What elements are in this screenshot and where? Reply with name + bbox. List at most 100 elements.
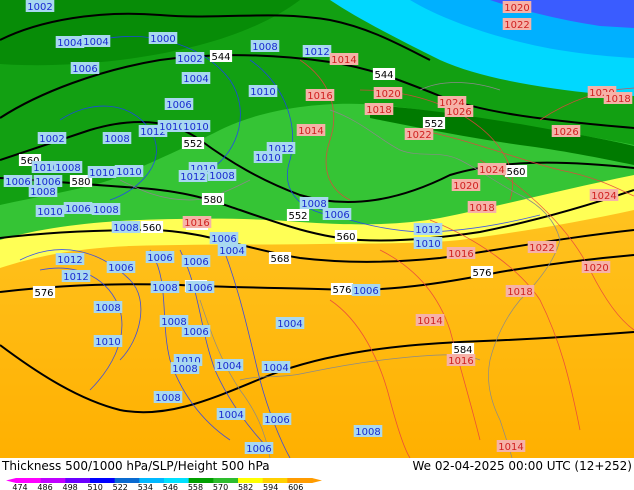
height-label: 580 (203, 195, 222, 206)
slp-label: 1008 (104, 134, 129, 145)
slp-label: 1014 (298, 126, 323, 137)
slp-label: 1006 (264, 415, 289, 426)
slp-label: 1004 (219, 246, 244, 257)
slp-label: 1008 (93, 205, 118, 216)
slp-label: 1012 (304, 47, 329, 58)
slp-label: 1008 (152, 283, 177, 294)
slp-label: 1008 (55, 163, 80, 174)
colorbar-label: 474 (12, 483, 27, 490)
slp-label: 1018 (605, 94, 630, 105)
map-title: Thickness 500/1000 hPa/SLP/Height 500 hP… (1, 459, 270, 473)
slp-label: 1004 (263, 363, 288, 374)
slp-label: 1026 (553, 127, 578, 138)
slp-label: 1000 (150, 34, 175, 45)
valid-datetime: We 02-04-2025 00:00 UTC (12+252) (412, 459, 632, 473)
slp-label: 1010 (415, 239, 440, 250)
slp-label: 1014 (417, 316, 442, 327)
slp-label: 1004 (57, 38, 82, 49)
height-label: 580 (71, 177, 90, 188)
slp-label: 1006 (72, 64, 97, 75)
slp-label: 1006 (166, 100, 191, 111)
slp-label: 1010 (159, 122, 184, 133)
colorbar-labels: 474 486 498 510 522 534 546 558 570 582 594 606 (12, 483, 303, 490)
slp-label: 1006 (147, 253, 172, 264)
slp-label: 1006 (353, 286, 378, 297)
height-label: 576 (472, 268, 491, 279)
height-label: 552 (183, 139, 202, 150)
slp-label: 1008 (30, 187, 55, 198)
slp-label: 1012 (415, 225, 440, 236)
colorbar-label: 558 (188, 483, 203, 490)
slp-label: 1004 (218, 410, 243, 421)
slp-label: 1008 (95, 303, 120, 314)
slp-label: 1026 (446, 107, 471, 118)
height-label: 568 (270, 254, 289, 265)
height-label: 576 (332, 285, 351, 296)
slp-label: 1012 (57, 255, 82, 266)
slp-label: 1004 (83, 37, 108, 48)
slp-label: 1010 (95, 337, 120, 348)
slp-label: 1006 (5, 177, 30, 188)
slp-label: 1010 (89, 168, 114, 179)
slp-label: 1024 (591, 191, 616, 202)
slp-label: 1008 (113, 223, 138, 234)
slp-label: 1006 (246, 444, 271, 455)
colorbar-label: 594 (263, 483, 278, 490)
slp-label: 1010 (250, 87, 275, 98)
slp-label: 1006 (65, 204, 90, 215)
slp-label: 1004 (277, 319, 302, 330)
slp-label: 1008 (355, 427, 380, 438)
slp-label: 1008 (252, 42, 277, 53)
slp-label: 1010 (183, 122, 208, 133)
slp-label: 1024 (479, 165, 504, 176)
colorbar-label: 486 (37, 483, 52, 490)
slp-label: 1008 (172, 364, 197, 375)
slp-label: 1012 (180, 172, 205, 183)
slp-label: 1006 (183, 327, 208, 338)
height-label: 560 (506, 167, 525, 178)
slp-label: 1006 (324, 210, 349, 221)
colorbar-arrow-right (312, 478, 322, 483)
slp-label: 1018 (469, 203, 494, 214)
height-label: 560 (336, 232, 355, 243)
slp-label: 1010 (116, 167, 141, 178)
slp-label: 1020 (583, 263, 608, 274)
slp-label: 1022 (504, 20, 529, 31)
slp-label: 1006 (108, 263, 133, 274)
colorbar-label: 498 (62, 483, 77, 490)
colorbar-label: 522 (113, 483, 128, 490)
slp-label: 1006 (187, 283, 212, 294)
height-label: 544 (211, 52, 230, 63)
colorbar-label: 582 (238, 483, 253, 490)
slp-label: 1010 (37, 207, 62, 218)
slp-label: 1014 (498, 442, 523, 453)
slp-label: 1014 (331, 55, 356, 66)
height-label: 560 (142, 223, 161, 234)
slp-label: 1016 (184, 218, 209, 229)
slp-label: 1022 (529, 243, 554, 254)
slp-label: 1006 (183, 257, 208, 268)
height-label: 552 (288, 211, 307, 222)
slp-label: 1006 (211, 234, 236, 245)
slp-label: 1016 (448, 249, 473, 260)
slp-label: 1016 (448, 356, 473, 367)
slp-label: 1004 (216, 361, 241, 372)
colorbar-label: 606 (288, 483, 303, 490)
slp-label: 1020 (504, 3, 529, 14)
colorbar-label: 570 (213, 483, 228, 490)
slp-label: 1008 (155, 393, 180, 404)
slp-label: 1016 (307, 91, 332, 102)
slp-label: 1004 (183, 74, 208, 85)
slp-label: 1022 (406, 130, 431, 141)
slp-label: 1012 (63, 272, 88, 283)
slp-label: 1010 (255, 153, 280, 164)
slp-label: 1002 (39, 134, 64, 145)
slp-label: 1008 (209, 171, 234, 182)
footer-bar: Thickness 500/1000 hPa/SLP/Height 500 hP… (0, 458, 634, 490)
height-label: 576 (34, 288, 53, 299)
slp-label: 1018 (507, 287, 532, 298)
slp-label: 1020 (453, 181, 478, 192)
slp-label: 1020 (375, 89, 400, 100)
slp-label: 1002 (177, 54, 202, 65)
height-label: 544 (374, 70, 393, 81)
